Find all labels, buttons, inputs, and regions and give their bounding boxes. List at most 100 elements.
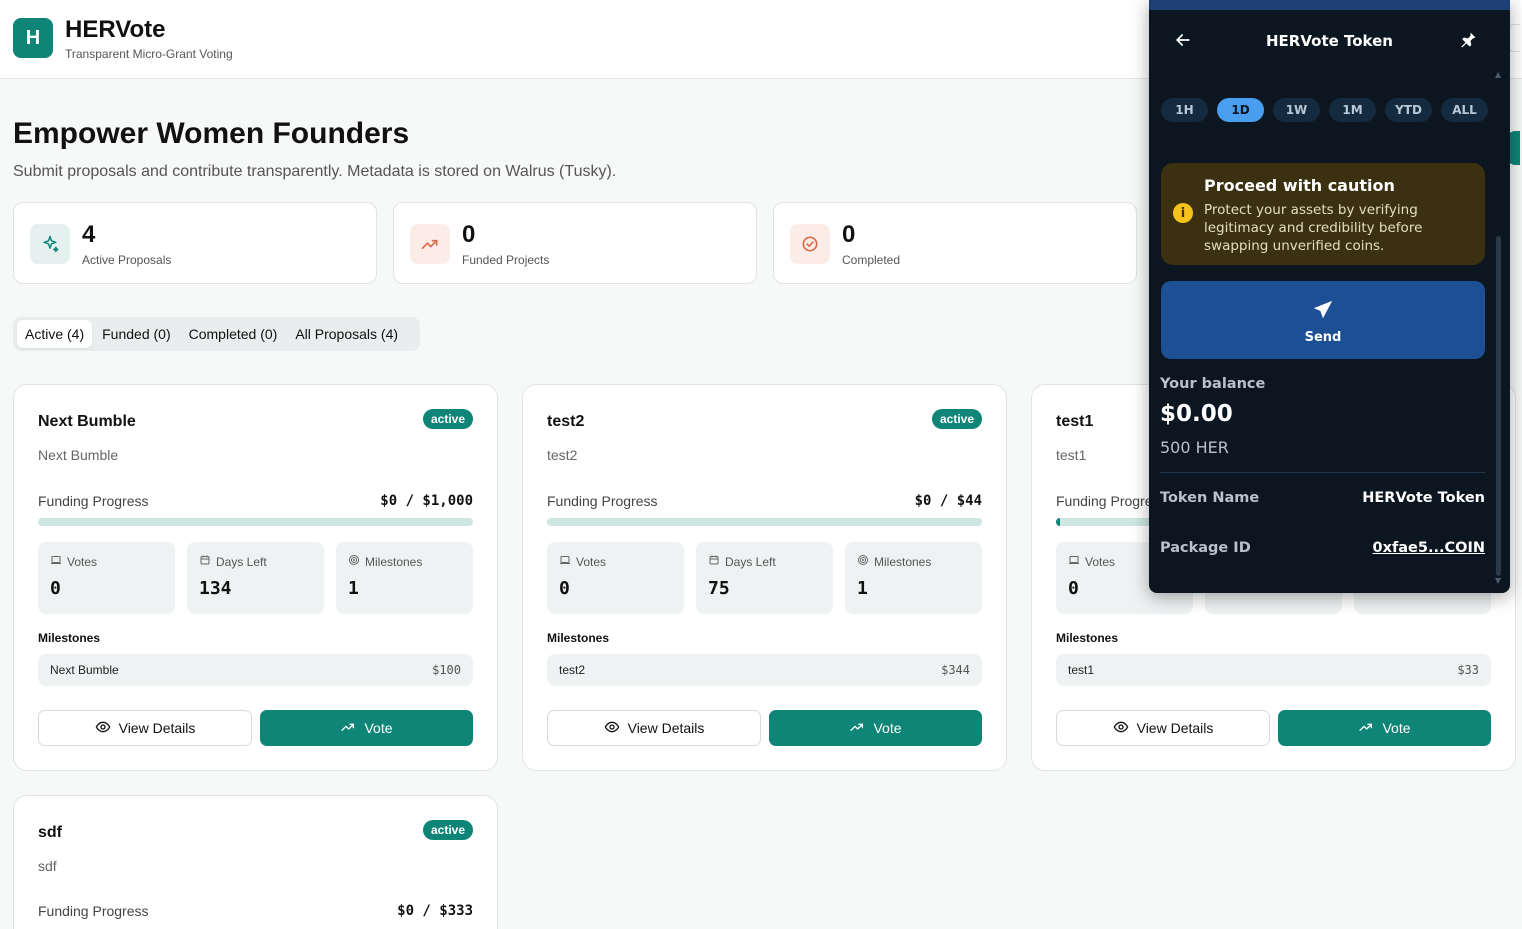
stat-card-active: 4 Active Proposals [13, 202, 377, 284]
proposal-card: sdf active sdf Funding Progress $0 / $33… [13, 795, 498, 929]
trending-up-icon [410, 224, 450, 264]
votes-label-row: Votes [559, 554, 606, 569]
calendar-icon [708, 554, 720, 569]
range-ytd[interactable]: YTD [1385, 98, 1432, 122]
range-all[interactable]: ALL [1441, 98, 1488, 122]
time-range-selector: 1H 1D 1W 1M YTD ALL [1161, 98, 1488, 122]
wallet-scrollbar[interactable] [1496, 236, 1501, 576]
days-left-label: Days Left [725, 554, 776, 569]
days-left-box: Days Left 75 [696, 542, 833, 614]
view-details-button[interactable]: View Details [547, 710, 761, 746]
range-1m[interactable]: 1M [1329, 98, 1376, 122]
proposal-title: test1 [1056, 413, 1094, 430]
proposal-title: sdf [38, 824, 62, 841]
milestones-value: 1 [857, 578, 868, 599]
vote-label: Vote [364, 720, 393, 736]
proposal-description: sdf [38, 858, 57, 874]
stat-value: 4 [82, 221, 96, 248]
trending-up-icon [849, 719, 865, 738]
votes-label-row: Votes [50, 554, 97, 569]
tab-funded[interactable]: Funded (0) [94, 320, 178, 348]
proposal-card: test2 active test2 Funding Progress $0 /… [522, 384, 1007, 771]
proposal-title: Next Bumble [38, 413, 136, 430]
proposal-title: test2 [547, 413, 585, 430]
tab-completed[interactable]: Completed (0) [181, 320, 286, 348]
range-1d[interactable]: 1D [1217, 98, 1264, 122]
token-name-label: Token Name [1160, 490, 1260, 506]
range-1w[interactable]: 1W [1273, 98, 1320, 122]
view-details-button[interactable]: View Details [38, 710, 252, 746]
milestones-heading: Milestones [38, 631, 101, 645]
votes-label: Votes [1085, 554, 1116, 569]
proposal-tabs: Active (4) Funded (0) Completed (0) All … [13, 317, 420, 351]
trending-up-icon [1358, 719, 1374, 738]
view-details-label: View Details [1136, 720, 1214, 736]
funding-progress-fill [1056, 518, 1061, 526]
milestones-heading: Milestones [1056, 631, 1119, 645]
vote-label: Vote [873, 720, 902, 736]
package-id-link[interactable]: 0xfae5...COIN [1373, 540, 1485, 556]
milestones-box: Milestones 1 [336, 542, 473, 614]
stat-value: 0 [462, 221, 476, 248]
app-logo[interactable]: H [13, 18, 53, 58]
app-title: HERVote [65, 16, 166, 43]
view-details-label: View Details [627, 720, 705, 736]
pin-icon[interactable] [1458, 30, 1478, 54]
milestone-amount: $344 [941, 663, 970, 677]
funding-progress-bar [38, 518, 473, 526]
milestone-row: test1 $33 [1056, 654, 1491, 686]
days-left-value: 75 [708, 578, 730, 599]
milestone-row: test2 $344 [547, 654, 982, 686]
wallet-top-strip [1149, 0, 1510, 10]
milestones-label-row: Milestones [348, 554, 422, 569]
votes-box: Votes 0 [547, 542, 684, 614]
milestones-heading: Milestones [547, 631, 610, 645]
vote-button[interactable]: Vote [260, 710, 473, 746]
status-badge: active [931, 409, 982, 429]
vote-button[interactable]: Vote [769, 710, 982, 746]
stat-label: Funded Projects [462, 253, 550, 267]
funding-progress-label: Funding Progress [547, 493, 658, 509]
milestone-name: test1 [1068, 663, 1095, 677]
votes-label: Votes [576, 554, 607, 569]
stat-card-completed: 0 Completed [773, 202, 1137, 284]
caution-text: Protect your assets by verifying legitim… [1204, 202, 1423, 254]
tab-active[interactable]: Active (4) [17, 320, 93, 348]
status-badge: active [422, 820, 473, 840]
milestones-box: Milestones 1 [845, 542, 982, 614]
caution-title: Proceed with caution [1204, 176, 1395, 195]
scroll-up-arrow[interactable]: ▲ [1495, 70, 1501, 79]
balance-label: Your balance [1160, 376, 1266, 392]
votes-value: 0 [559, 578, 570, 599]
stat-card-funded: 0 Funded Projects [393, 202, 757, 284]
tab-all-proposals[interactable]: All Proposals (4) [287, 320, 406, 348]
funding-progress-bar [547, 518, 982, 526]
target-icon [348, 554, 360, 569]
wallet-panel: HERVote Token 1H 1D 1W 1M YTD ALL i Proc… [1150, 10, 1509, 593]
caution-banner: i Proceed with caution Protect your asse… [1161, 163, 1485, 265]
vote-button[interactable]: Vote [1278, 710, 1491, 746]
days-left-value: 134 [199, 578, 232, 599]
funding-progress-label: Funding Progress [38, 903, 149, 919]
page-title: Empower Women Founders [13, 117, 410, 150]
proposal-description: Next Bumble [38, 447, 119, 463]
stat-label: Completed [842, 253, 901, 267]
milestones-value: 1 [348, 578, 359, 599]
send-button[interactable]: Send [1161, 281, 1485, 359]
check-circle-icon [790, 224, 830, 264]
ballot-icon [1068, 554, 1080, 569]
votes-value: 0 [1068, 578, 1079, 599]
view-details-button[interactable]: View Details [1056, 710, 1270, 746]
range-1h[interactable]: 1H [1161, 98, 1208, 122]
view-details-label: View Details [118, 720, 196, 736]
votes-label: Votes [67, 554, 98, 569]
scroll-down-arrow[interactable]: ▼ [1495, 576, 1501, 585]
milestone-name: test2 [559, 663, 586, 677]
divider [1160, 472, 1485, 473]
calendar-icon [199, 554, 211, 569]
funding-amount: $0 / $44 [914, 493, 982, 509]
days-left-label: Days Left [216, 554, 267, 569]
milestone-amount: $33 [1457, 663, 1479, 677]
funding-amount: $0 / $333 [397, 903, 473, 919]
eye-icon [95, 719, 111, 738]
